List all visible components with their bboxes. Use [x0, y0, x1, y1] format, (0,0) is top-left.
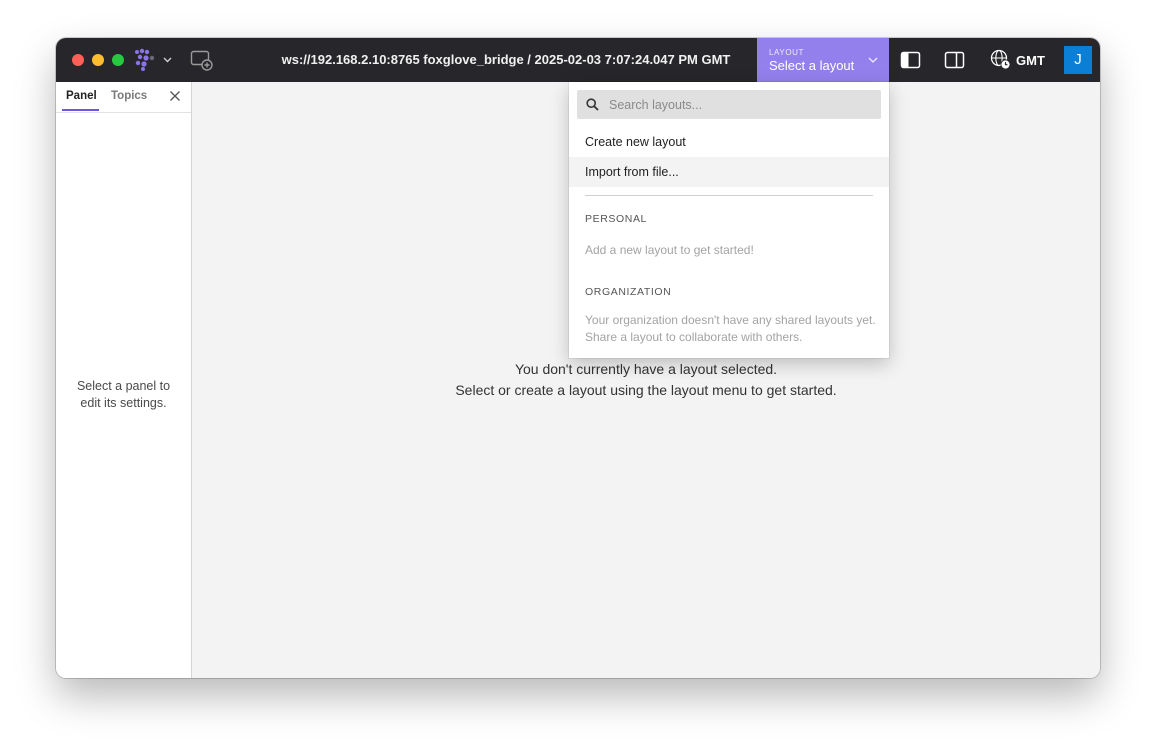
app-menu-button[interactable] [134, 48, 176, 72]
add-panel-button[interactable] [190, 50, 214, 72]
left-sidebar-toggle-button[interactable] [900, 50, 922, 70]
timezone-button[interactable]: GMT [988, 48, 1052, 72]
tab-topics[interactable]: Topics [111, 82, 147, 111]
close-icon[interactable] [168, 89, 182, 103]
left-sidebar-toggle-icon [900, 51, 921, 69]
right-sidebar-toggle-icon [944, 51, 965, 69]
sidebar-empty-line1: Select a panel to [76, 379, 171, 393]
maximize-window-button[interactable] [112, 54, 124, 66]
menu-divider [585, 195, 873, 196]
search-input[interactable] [609, 94, 869, 115]
foxglove-logo-icon [135, 48, 172, 71]
layout-caption: LAYOUT [769, 48, 805, 57]
globe-clock-icon [990, 49, 1011, 70]
left-sidebar: Panel Topics Select a panel to edit its … [56, 82, 192, 678]
active-tab-indicator [62, 109, 99, 111]
no-layout-message: You don't currently have a layout select… [192, 359, 1100, 401]
timezone-label: GMT [1016, 53, 1045, 68]
personal-empty-text: Add a new layout to get started! [585, 243, 754, 257]
search-icon [586, 98, 599, 111]
no-layout-line2: Select or create a layout using the layo… [455, 382, 837, 398]
add-panel-icon [190, 50, 213, 71]
layout-menu-button[interactable]: LAYOUT Select a layout [757, 38, 889, 82]
sidebar-empty-message: Select a panel to edit its settings. [56, 378, 191, 412]
layout-search[interactable] [577, 90, 881, 119]
title-bar: ws://192.168.2.10:8765 foxglove_bridge /… [56, 38, 1100, 82]
connection-title: ws://192.168.2.10:8765 foxglove_bridge /… [281, 52, 731, 67]
sidebar-tabs: Panel Topics [56, 82, 191, 113]
layout-button-label: Select a layout [769, 58, 855, 73]
create-new-layout-item[interactable]: Create new layout [569, 127, 889, 157]
organization-heading: ORGANIZATION [585, 286, 672, 298]
minimize-window-button[interactable] [92, 54, 104, 66]
tab-panel[interactable]: Panel [66, 82, 97, 111]
close-window-button[interactable] [72, 54, 84, 66]
chevron-down-icon [868, 57, 878, 63]
user-avatar[interactable]: J [1064, 46, 1092, 74]
personal-heading: PERSONAL [585, 213, 647, 225]
no-layout-line1: You don't currently have a layout select… [514, 361, 778, 377]
sidebar-empty-line2: edit its settings. [80, 396, 167, 410]
import-from-file-item[interactable]: Import from file... [569, 157, 889, 187]
right-sidebar-toggle-button[interactable] [944, 50, 966, 70]
layout-menu-dropdown: Create new layout Import from file... PE… [569, 82, 889, 358]
organization-empty-text: Your organization doesn't have any share… [585, 313, 876, 344]
